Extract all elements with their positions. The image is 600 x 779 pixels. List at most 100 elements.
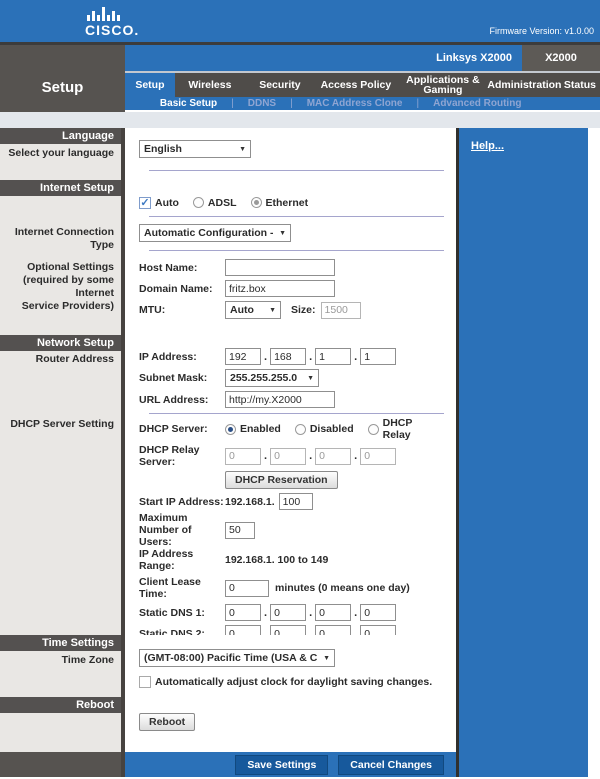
adsl-radio[interactable]	[193, 197, 204, 208]
relay-octet-3	[315, 448, 351, 465]
router-admin-page: CISCO. Firmware Version: v1.0.00 Setup L…	[0, 0, 600, 779]
tab-wireless[interactable]: Wireless	[175, 73, 245, 97]
subnav-basic-setup[interactable]: Basic Setup	[160, 98, 217, 109]
subnav-mac-address-clone[interactable]: MAC Address Clone	[307, 98, 403, 109]
dhcp-disabled-label: Disabled	[310, 423, 354, 435]
tab-administration[interactable]: Administration	[489, 73, 560, 97]
brand-model-label: Linksys X2000	[125, 45, 522, 71]
time-zone-label: Time Zone	[0, 654, 114, 667]
internet-setup-section: ✓ Auto ADSL Ethernet Automatic Configura…	[125, 180, 456, 335]
ip-octet-1[interactable]	[225, 348, 261, 365]
subnet-mask-select[interactable]: 255.255.255.0 ▼	[225, 369, 319, 387]
chevron-down-icon: ▼	[323, 655, 330, 662]
auto-checkbox[interactable]: ✓	[139, 197, 151, 209]
tab-security[interactable]: Security	[245, 73, 315, 97]
top-banner: CISCO. Firmware Version: v1.0.00	[0, 0, 600, 42]
ip-address-label: IP Address:	[139, 351, 225, 363]
dns2-octet-3[interactable]	[315, 625, 351, 635]
dns2-octet-4[interactable]	[360, 625, 396, 635]
dhcp-disabled-radio[interactable]	[295, 424, 306, 435]
tab-applications-gaming[interactable]: Applications & Gaming	[397, 73, 489, 97]
section-divider	[149, 413, 444, 414]
mtu-select[interactable]: Auto ▼	[225, 301, 281, 319]
header-right: Linksys X2000 X2000 Setup Wireless Secur…	[125, 45, 600, 112]
lease-time-label: Client Lease Time:	[139, 576, 225, 600]
dst-label: Automatically adjust clock for daylight …	[155, 676, 432, 688]
cisco-bridge-icon	[87, 6, 139, 21]
start-ip-label: Start IP Address:	[139, 496, 225, 508]
dns2-octet-2[interactable]	[270, 625, 306, 635]
dhcp-server-label: DHCP Server:	[139, 423, 225, 435]
mtu-size-input	[321, 302, 361, 319]
relay-octet-1	[225, 448, 261, 465]
domain-name-input[interactable]	[225, 280, 335, 297]
cisco-logo: CISCO.	[85, 6, 139, 38]
start-ip-input[interactable]	[279, 493, 313, 510]
ip-range-value: 192.168.1. 100 to 149	[225, 554, 328, 566]
lease-time-suffix: minutes (0 means one day)	[275, 582, 410, 594]
relay-octet-2	[270, 448, 306, 465]
subnav: Basic Setup | DDNS | MAC Address Clone |…	[125, 97, 600, 110]
dhcp-relay-radio[interactable]	[368, 424, 379, 435]
help-link[interactable]: Help...	[471, 140, 504, 152]
static-dns2-label: Static DNS 2:	[139, 628, 225, 636]
dhcp-reservation-button[interactable]: DHCP Reservation	[225, 471, 338, 489]
subnav-separator: |	[416, 98, 419, 109]
dns1-octet-1[interactable]	[225, 604, 261, 621]
dhcp-relay-server-label: DHCP Relay Server:	[139, 444, 225, 468]
cancel-changes-button[interactable]: Cancel Changes	[338, 755, 444, 775]
subnav-ddns[interactable]: DDNS	[248, 98, 276, 109]
dns1-octet-3[interactable]	[315, 604, 351, 621]
adsl-label: ADSL	[208, 197, 237, 209]
dhcp-enabled-radio[interactable]	[225, 424, 236, 435]
save-settings-button[interactable]: Save Settings	[235, 755, 328, 775]
dns2-octet-1[interactable]	[225, 625, 261, 635]
url-address-label: URL Address:	[139, 394, 225, 406]
relay-octet-4	[360, 448, 396, 465]
sidebar: Language Select your language Internet S…	[0, 128, 125, 777]
ip-range-label: IP Address Range:	[139, 548, 225, 572]
section-divider	[149, 216, 444, 217]
subnav-advanced-routing[interactable]: Advanced Routing	[433, 98, 521, 109]
cisco-logo-text: CISCO.	[85, 22, 139, 38]
mtu-label: MTU:	[139, 304, 225, 316]
start-ip-prefix: 192.168.1.	[225, 496, 275, 508]
tab-status[interactable]: Status	[560, 73, 600, 97]
reboot-section: Reboot	[125, 697, 456, 752]
section-divider	[149, 170, 444, 171]
body-row: Language Select your language Internet S…	[0, 128, 600, 777]
time-zone-select[interactable]: (GMT-08:00) Pacific Time (USA & Canada) …	[139, 649, 335, 667]
tab-setup[interactable]: Setup	[125, 73, 175, 97]
section-header-time-settings: Time Settings	[0, 635, 121, 651]
dns1-octet-4[interactable]	[360, 604, 396, 621]
lease-time-input[interactable]	[225, 580, 269, 597]
section-header-reboot: Reboot	[0, 697, 121, 713]
footer-bar: Save Settings Cancel Changes	[125, 752, 456, 777]
max-users-input[interactable]	[225, 522, 255, 539]
firmware-version: Firmware Version: v1.0.00	[489, 26, 594, 38]
dns1-octet-2[interactable]	[270, 604, 306, 621]
header-content-gap	[0, 112, 600, 128]
ip-octet-2[interactable]	[270, 348, 306, 365]
ethernet-radio[interactable]	[251, 197, 262, 208]
main-tabs: Setup Wireless Security Access Policy Ap…	[125, 73, 600, 97]
chevron-down-icon: ▼	[279, 230, 286, 237]
internet-connection-type-label: Internet Connection Type	[0, 226, 114, 252]
section-header-language: Language	[0, 128, 121, 144]
host-name-input[interactable]	[225, 259, 335, 276]
tab-access-policy[interactable]: Access Policy	[315, 73, 397, 97]
static-dns1-label: Static DNS 1:	[139, 607, 225, 619]
section-header-network-setup: Network Setup	[0, 335, 121, 351]
connection-type-select[interactable]: Automatic Configuration - DHCP ▼	[139, 224, 291, 242]
host-name-label: Host Name:	[139, 262, 225, 274]
optional-settings-label: Optional Settings (required by some Inte…	[0, 261, 114, 313]
language-select[interactable]: English ▼	[139, 140, 251, 158]
network-setup-section: IP Address: . . . Subnet Mask: 255.255.2…	[125, 335, 456, 635]
ip-octet-3[interactable]	[315, 348, 351, 365]
reboot-button[interactable]: Reboot	[139, 713, 195, 731]
ip-octet-4[interactable]	[360, 348, 396, 365]
url-address-input[interactable]	[225, 391, 335, 408]
model-tab[interactable]: X2000	[522, 45, 600, 71]
dst-checkbox[interactable]	[139, 676, 151, 688]
section-header-internet-setup: Internet Setup	[0, 180, 121, 196]
